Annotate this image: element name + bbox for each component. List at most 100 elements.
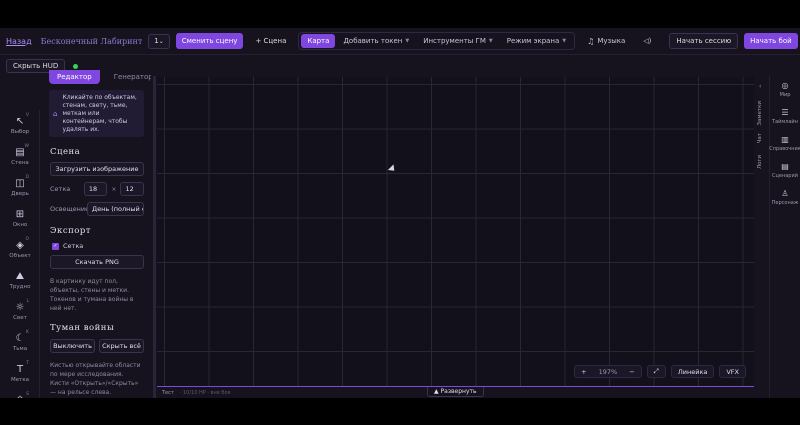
tool-label: Метка	[10, 376, 30, 383]
shortcut-key: L	[26, 299, 29, 304]
tool-light[interactable]: ☼ Свет L	[0, 296, 40, 327]
tool-door[interactable]: ◫ Дверь D	[0, 172, 40, 203]
caret-down-icon: ▼	[562, 38, 567, 44]
book-icon: ▥	[781, 134, 789, 144]
grid-separator: ×	[111, 185, 117, 193]
tool-label: Объект	[9, 252, 31, 259]
tool-darkness[interactable]: ☾ Тьма K	[0, 327, 40, 358]
shortcut-key: V	[25, 113, 29, 118]
tool-label: Трудно	[9, 283, 31, 290]
fog-disable-button[interactable]: Выключить	[50, 339, 95, 353]
volume-button[interactable]: ◁)	[637, 37, 657, 45]
upload-image-button[interactable]: Загрузить изображение	[50, 162, 144, 176]
lighting-label: Освещение	[50, 205, 90, 213]
editor-panel: Редактор Генератор ⌂ Кликайте по объекта…	[42, 70, 151, 398]
shortcut-key: W	[24, 144, 29, 149]
tool-spawn[interactable]: ⇪СпавнS	[0, 389, 40, 398]
zoom-out-button[interactable]: −	[623, 368, 640, 376]
tool-rail: ↖ Выбор V ▤ Стена W ◫ Дверь D ⊞ Окно ◈ Объект O ⛰ Трудн…	[0, 110, 40, 398]
shortcut-key: O	[25, 237, 29, 242]
connection-status-dot	[73, 63, 79, 69]
campaign-title: Бесконечный Лабиринт	[40, 36, 143, 46]
fog-hide-all-button[interactable]: Скрыть всё	[99, 339, 144, 353]
fit-view-button[interactable]: ⤢	[646, 365, 666, 378]
shortcut-key: D	[25, 175, 29, 180]
fog-heading: Туман войны	[50, 323, 115, 333]
wall-icon: ▤	[15, 146, 25, 158]
gm-tools-dropdown[interactable]: Инструменты ГМ ▼	[417, 37, 499, 45]
cursor-icon: ↖	[15, 115, 25, 127]
eraser-icon: ⌂	[53, 109, 58, 118]
nav-book[interactable]: ▥ Справочник	[769, 130, 800, 157]
screen-mode-dropdown[interactable]: Режим экрана ▼	[501, 37, 572, 45]
vfx-button[interactable]: VFX	[719, 365, 746, 378]
change-scene-button[interactable]: Сменить сцену	[175, 33, 244, 49]
tab-logs[interactable]: Логи	[757, 155, 763, 169]
tab-editor[interactable]: Редактор	[49, 70, 100, 84]
grid-row: Сетка 18 × 12	[50, 182, 144, 196]
tool-label: Окно	[12, 221, 28, 228]
music-button[interactable]: ♫ Музыка	[581, 37, 631, 46]
tool-label: Тьма	[12, 345, 28, 352]
fog-note: Кистью открывайте области по мере исслед…	[50, 362, 141, 396]
tool-label: Выбор	[10, 128, 30, 135]
hint-text: Кликайте по объектам, стенам, свету, тьм…	[62, 93, 137, 133]
nav-timeline[interactable]: ☰ Таймлайн	[770, 103, 800, 130]
grid-width-input[interactable]: 18	[83, 182, 108, 196]
start-session-button[interactable]: Начать сессию	[669, 33, 739, 49]
canvas-controls: + 197% − ⤢ Линейка VFX	[574, 365, 746, 378]
tool-wall[interactable]: ▤ Стена W	[0, 141, 40, 172]
scene-heading: Сцена	[50, 147, 81, 157]
panel-tabs: Редактор Генератор	[42, 70, 151, 84]
window-icon: ⊞	[15, 208, 25, 220]
grid-height-input[interactable]: 12	[120, 182, 144, 196]
tool-text-label[interactable]: T Метка T	[0, 358, 40, 389]
panel-scrollbar[interactable]	[153, 76, 156, 398]
mouse-cursor-icon	[387, 164, 398, 174]
scene-select[interactable]: 1 ⌄	[148, 33, 170, 49]
tool-terrain[interactable]: ⛰ Трудно	[0, 265, 40, 296]
export-grid-checkbox[interactable]: ✓ Сетка	[52, 242, 151, 250]
tab-generator[interactable]: Генератор	[106, 70, 151, 84]
expand-button[interactable]: ▲ Развернуть	[427, 387, 484, 397]
token-info: · 10/10 HP · вне боя	[179, 389, 231, 396]
darkness-icon: ☾	[15, 332, 25, 344]
timeline-icon: ☰	[781, 107, 789, 117]
top-toolbar: Назад Бесконечный Лабиринт 1 ⌄ Сменить с…	[0, 28, 800, 55]
tool-label: Дверь	[11, 190, 29, 197]
checkmark-icon: ✓	[52, 242, 59, 250]
music-note-icon: ♫	[587, 36, 595, 46]
export-heading: Экспорт	[50, 226, 92, 236]
light-icon: ☼	[15, 301, 25, 313]
map-button[interactable]: Карта	[301, 34, 336, 48]
back-link[interactable]: Назад	[6, 37, 32, 46]
lighting-select[interactable]: День (полный обзор)	[87, 202, 144, 216]
tool-object[interactable]: ◈ Объект O	[0, 234, 40, 265]
add-token-label: Добавить токен	[343, 37, 403, 45]
nav-globe[interactable]: ◎ Мир	[770, 76, 800, 103]
text-label-icon: T	[16, 363, 24, 375]
nav-scenario[interactable]: ▤ Сценарий	[770, 157, 800, 184]
tab-notes[interactable]: Заметки	[757, 101, 763, 126]
nav-character[interactable]: ♙ Персонаж	[770, 184, 800, 211]
add-scene-button[interactable]: + Сцена	[249, 33, 292, 49]
download-png-button[interactable]: Скачать PNG	[50, 255, 144, 269]
add-token-dropdown[interactable]: Добавить токен ▼	[337, 37, 415, 45]
shortcut-key: T	[26, 361, 29, 366]
ruler-button[interactable]: Линейка	[670, 365, 715, 378]
caret-down-icon: ▼	[488, 38, 493, 44]
spawn-icon: ⇪	[16, 395, 24, 398]
start-battle-button[interactable]: Начать бой	[744, 33, 798, 49]
collapse-chevron-icon[interactable]: ‹	[759, 83, 761, 90]
token-name: Тест	[162, 389, 174, 396]
right-nav: ◎ Мир ☰ Таймлайн ▥ Справочник ▤ Сценарий ♙ Персон…	[769, 76, 800, 398]
object-icon: ◈	[16, 239, 24, 251]
gm-tools-label: Инструменты ГМ	[423, 37, 486, 45]
expand-arrows-icon: ⤢	[653, 367, 659, 375]
tool-window[interactable]: ⊞ Окно	[0, 203, 40, 234]
tab-chat[interactable]: Чат	[757, 133, 763, 143]
tool-cursor[interactable]: ↖ Выбор V	[0, 110, 40, 141]
zoom-in-button[interactable]: +	[575, 368, 592, 376]
map-canvas[interactable]: + 197% − ⤢ Линейка VFX	[157, 77, 754, 387]
grid-label: Сетка	[50, 185, 71, 193]
